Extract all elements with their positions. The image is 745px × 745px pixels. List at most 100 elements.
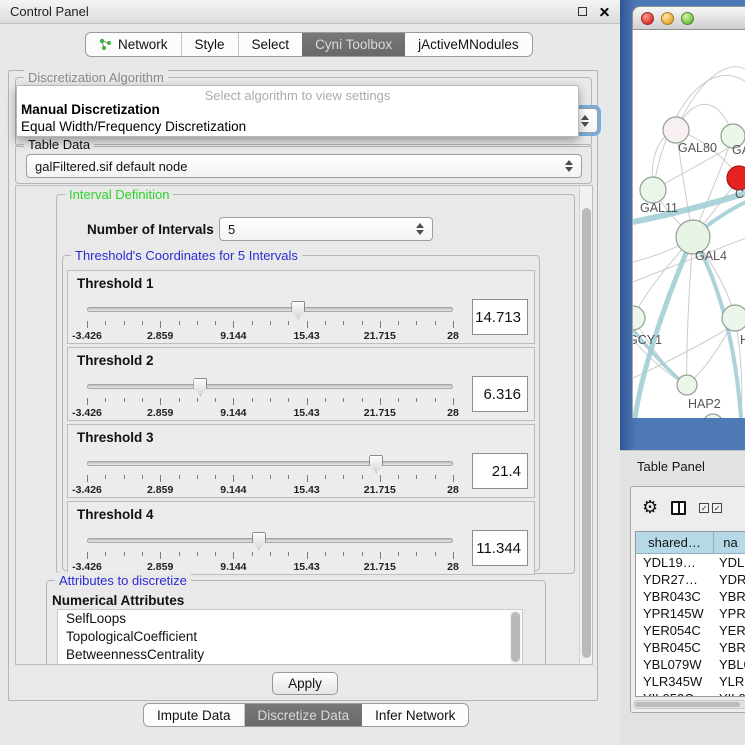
table-cell[interactable]: YPR1 [714, 605, 745, 622]
node-table[interactable]: shared… na YDL19…YDL1YDR27…YDR2YBR043CYB… [635, 531, 745, 697]
table-cell[interactable]: YIL0 [714, 690, 745, 697]
tab-cyni-toolbox[interactable]: Cyni Toolbox [302, 33, 405, 56]
checkbox-icon[interactable]: ✓ [712, 503, 722, 513]
table-row[interactable]: YIL052CYIL0 [636, 690, 745, 697]
table-data-selected-value: galFiltered.sif default node [35, 159, 187, 174]
list-item[interactable]: SelfLoops [58, 610, 522, 628]
table-data-combobox[interactable]: galFiltered.sif default node [26, 154, 582, 178]
table-cell[interactable]: YIL052C [636, 690, 714, 697]
table-cell[interactable]: YDR2 [714, 571, 745, 588]
slider-tick [325, 552, 326, 556]
table-cell[interactable]: YBR045C [636, 639, 714, 656]
column-layout-icon[interactable] [671, 501, 686, 515]
tab-style[interactable]: Style [182, 33, 239, 56]
threshold-4-slider[interactable]: -3.4262.8599.14415.4321.71528 [87, 532, 453, 572]
window-zoom-traffic-light[interactable] [681, 12, 694, 25]
slider-tick [362, 552, 363, 556]
tab-discretize-data[interactable]: Discretize Data [245, 704, 363, 726]
table-horizontal-scrollbar[interactable] [633, 700, 745, 709]
network-node-gal80[interactable] [663, 117, 689, 143]
network-node-hap2[interactable] [677, 375, 697, 395]
column-header-name[interactable]: na [714, 532, 745, 553]
table-cell[interactable]: YBL0 [714, 656, 745, 673]
slider-tick [215, 321, 216, 325]
slider-tick [416, 321, 417, 325]
list-scrollbar[interactable] [510, 611, 521, 665]
slider-thumb[interactable] [291, 301, 305, 319]
column-header-shared-name[interactable]: shared… [636, 532, 714, 553]
list-item[interactable]: BetweennessCentrality [58, 646, 522, 664]
numerical-attributes-list[interactable]: SelfLoopsTopologicalCoefficientBetweenne… [57, 609, 523, 665]
gear-icon[interactable]: ⚙ [642, 499, 658, 517]
slider-tick [416, 398, 417, 402]
table-row[interactable]: YBR043CYBR0 [636, 588, 745, 605]
tab-jactivemnodules[interactable]: jActiveMNodules [405, 33, 532, 56]
number-of-intervals-spinner[interactable]: 5 [219, 217, 433, 241]
slider-thumb[interactable] [252, 532, 266, 550]
window-close-traffic-light[interactable] [641, 12, 654, 25]
slider-thumb[interactable] [369, 455, 383, 473]
slider-tick [398, 552, 399, 556]
slider-track[interactable] [87, 307, 453, 312]
combo-arrows-icon [581, 115, 589, 127]
slider-track[interactable] [87, 384, 453, 389]
table-cell[interactable]: YDL1 [714, 554, 745, 571]
float-window-icon[interactable] [578, 7, 587, 16]
network-node-gal11[interactable] [640, 177, 666, 203]
table-cell[interactable]: YDR27… [636, 571, 714, 588]
slider-tick [215, 398, 216, 402]
threshold-2-value-field[interactable]: 6.316 [472, 376, 528, 412]
window-minimize-traffic-light[interactable] [661, 12, 674, 25]
slider-tick-label: 28 [447, 561, 459, 573]
slider-track[interactable] [87, 461, 453, 466]
table-cell[interactable]: YER0 [714, 622, 745, 639]
threshold-1-value-field[interactable]: 14.713 [472, 299, 528, 335]
table-cell[interactable]: YBR0 [714, 639, 745, 656]
threshold-2-slider[interactable]: -3.4262.8599.14415.4321.71528 [87, 378, 453, 418]
table-row[interactable]: YLR345WYLR3 [636, 673, 745, 690]
table-cell[interactable]: YBL079W [636, 656, 714, 673]
threshold-4-value-field[interactable]: 11.344 [472, 530, 528, 566]
threshold-3-slider[interactable]: -3.4262.8599.14415.4321.71528 [87, 455, 453, 495]
table-cell[interactable]: YLR345W [636, 673, 714, 690]
list-item[interactable]: TopologicalCoefficient [58, 628, 522, 646]
network-node-h[interactable] [722, 305, 745, 331]
table-cell[interactable]: YPR145W [636, 605, 714, 622]
table-row[interactable]: YBL079WYBL0 [636, 656, 745, 673]
table-cell[interactable]: YDL19… [636, 554, 714, 571]
table-row[interactable]: YDL19…YDL1 [636, 554, 745, 571]
slider-tick [307, 552, 308, 559]
slider-tick [398, 475, 399, 479]
threshold-3-value-field[interactable]: 21.4 [472, 453, 528, 489]
slider-thumb[interactable] [193, 378, 207, 396]
table-row[interactable]: YDR27…YDR2 [636, 571, 745, 588]
network-node-gcy1[interactable] [633, 306, 645, 330]
table-row[interactable]: YBR045CYBR0 [636, 639, 745, 656]
apply-button[interactable]: Apply [272, 672, 338, 695]
checkbox-icon[interactable]: ✓ [699, 503, 709, 513]
table-cell[interactable]: YBR043C [636, 588, 714, 605]
dropdown-option-manual-discretization[interactable]: Manual Discretization [17, 102, 578, 119]
tab-select[interactable]: Select [239, 33, 303, 56]
dropdown-option-equal-width-frequency[interactable]: Equal Width/Frequency Discretization [17, 119, 578, 136]
network-view-canvas[interactable]: GAL80GACGAL11GAL4GCY1HHAP2 [632, 30, 745, 418]
threshold-1-slider[interactable]: -3.4262.8599.14415.4321.71528 [87, 301, 453, 341]
bottom-tab-bar: Impute Data Discretize Data Infer Networ… [143, 703, 469, 727]
table-cell[interactable]: YER054C [636, 622, 714, 639]
application-root: Control Panel Network [0, 0, 745, 745]
table-row[interactable]: YPR145WYPR1 [636, 605, 745, 622]
slider-tick [179, 475, 180, 479]
slider-tick [160, 321, 161, 328]
slider-tick [288, 321, 289, 325]
tab-impute-data[interactable]: Impute Data [144, 704, 245, 726]
settings-scrollbar[interactable] [579, 186, 592, 664]
slider-scale: -3.4262.8599.14415.4321.71528 [87, 321, 453, 341]
table-row[interactable]: YER054CYER0 [636, 622, 745, 639]
table-cell[interactable]: YLR3 [714, 673, 745, 690]
table-cell[interactable]: YBR0 [714, 588, 745, 605]
slider-track[interactable] [87, 538, 453, 543]
tab-infer-network[interactable]: Infer Network [362, 704, 468, 726]
tab-network[interactable]: Network [86, 33, 182, 56]
network-node[interactable] [703, 414, 723, 418]
close-icon[interactable] [599, 6, 610, 17]
